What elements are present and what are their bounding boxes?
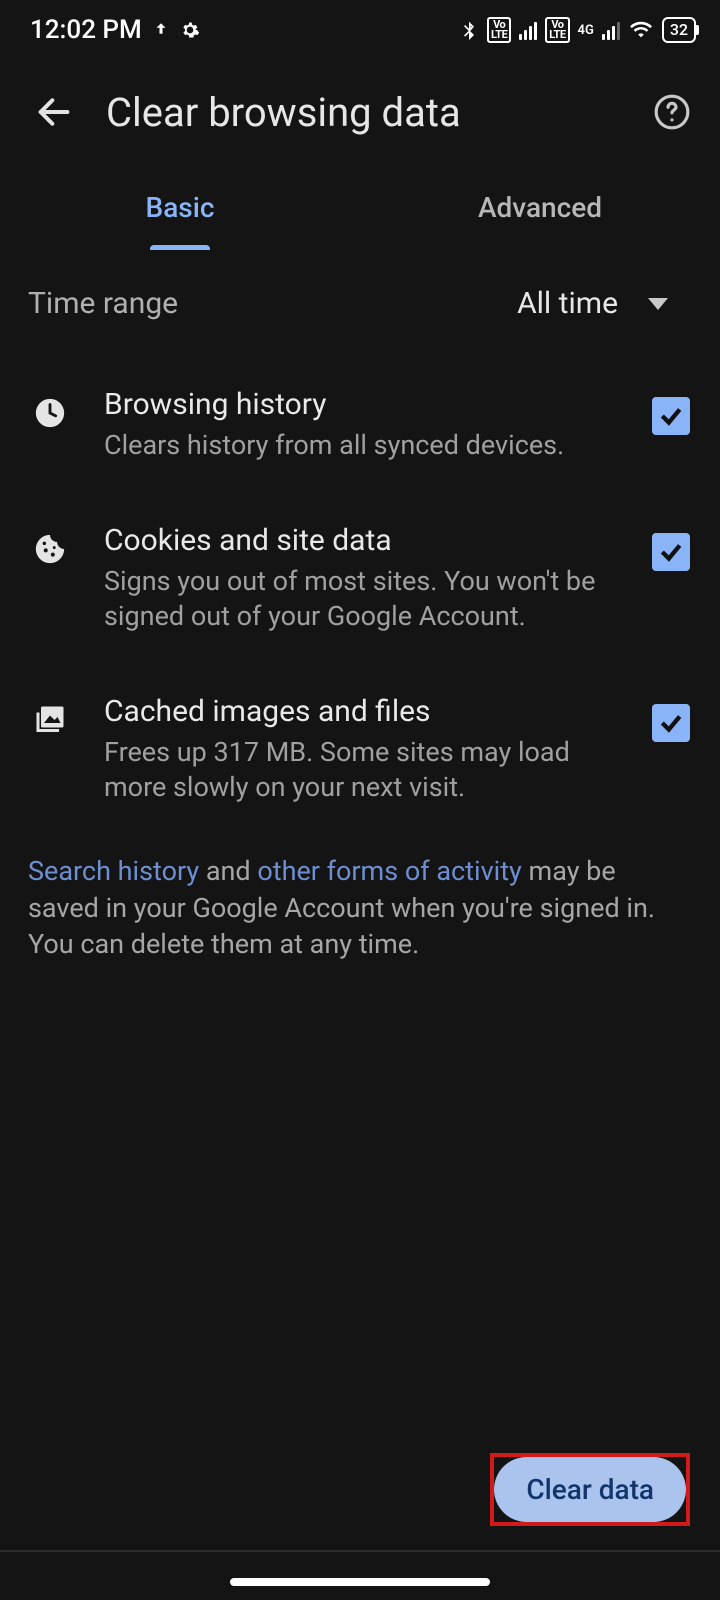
clear-data-highlight: Clear data [490,1453,690,1526]
upload-icon [152,21,170,39]
history-icon [30,393,70,433]
checkbox-cookies[interactable] [652,533,690,571]
option-desc: Signs you out of most sites. You won't b… [104,564,602,634]
option-title: Browsing history [104,387,602,422]
battery-percent: 32 [670,20,688,39]
battery-indicator: 32 [662,17,696,43]
link-other-activity[interactable]: other forms of activity [257,855,521,887]
page-title: Clear browsing data [106,89,620,136]
option-title: Cookies and site data [104,523,602,558]
check-icon [658,403,684,429]
option-text: Cached images and files Frees up 317 MB.… [104,694,618,805]
app-bar: Clear browsing data [0,60,720,164]
chevron-down-icon [648,298,668,310]
time-range-value: All time [517,286,618,321]
check-icon [658,539,684,565]
help-button[interactable] [648,88,696,136]
cookie-icon [30,529,70,569]
image-icon [30,700,70,740]
option-title: Cached images and files [104,694,602,729]
arrow-left-icon [34,92,74,132]
option-text: Cookies and site data Signs you out of m… [104,523,618,634]
option-browsing-history[interactable]: Browsing history Clears history from all… [0,357,720,493]
status-left: 12:02 PM [30,15,200,45]
checkbox-browsing-history[interactable] [652,397,690,435]
help-icon [653,93,691,131]
option-desc: Frees up 317 MB. Some sites may load mor… [104,735,602,805]
footnote: Search history and other forms of activi… [0,835,720,980]
tab-basic[interactable]: Basic [0,164,360,250]
fourg-icon: 4G [578,25,594,36]
signal-bars-2-icon [602,20,620,40]
tab-advanced[interactable]: Advanced [360,164,720,250]
tab-advanced-label: Advanced [478,191,602,224]
option-desc: Clears history from all synced devices. [104,428,602,463]
time-range-row[interactable]: Time range All time [0,250,720,357]
option-text: Browsing history Clears history from all… [104,387,618,463]
time-range-label: Time range [28,286,178,321]
gear-icon [180,20,200,40]
gesture-handle[interactable] [230,1578,490,1586]
footnote-mid1: and [199,855,257,887]
volte-icon-2: VoLTE [545,17,569,43]
wifi-icon [628,19,654,41]
back-button[interactable] [30,88,78,136]
status-time: 12:02 PM [30,15,142,45]
clear-data-label: Clear data [526,1473,654,1506]
time-range-dropdown[interactable]: All time [517,286,668,321]
tabs: Basic Advanced [0,164,720,250]
status-bar: 12:02 PM VoLTE VoLTE 4G 32 [0,0,720,60]
status-right: VoLTE VoLTE 4G 32 [459,17,696,43]
link-search-history[interactable]: Search history [28,855,199,887]
volte-icon-1: VoLTE [487,17,511,43]
bottom-divider [0,1550,720,1552]
option-cached-images[interactable]: Cached images and files Frees up 317 MB.… [0,664,720,835]
tab-basic-label: Basic [146,191,215,224]
bluetooth-icon [459,17,479,43]
checkbox-cached-images[interactable] [652,704,690,742]
check-icon [658,710,684,736]
option-cookies[interactable]: Cookies and site data Signs you out of m… [0,493,720,664]
clear-data-button[interactable]: Clear data [494,1457,686,1522]
signal-bars-1-icon [519,20,537,40]
